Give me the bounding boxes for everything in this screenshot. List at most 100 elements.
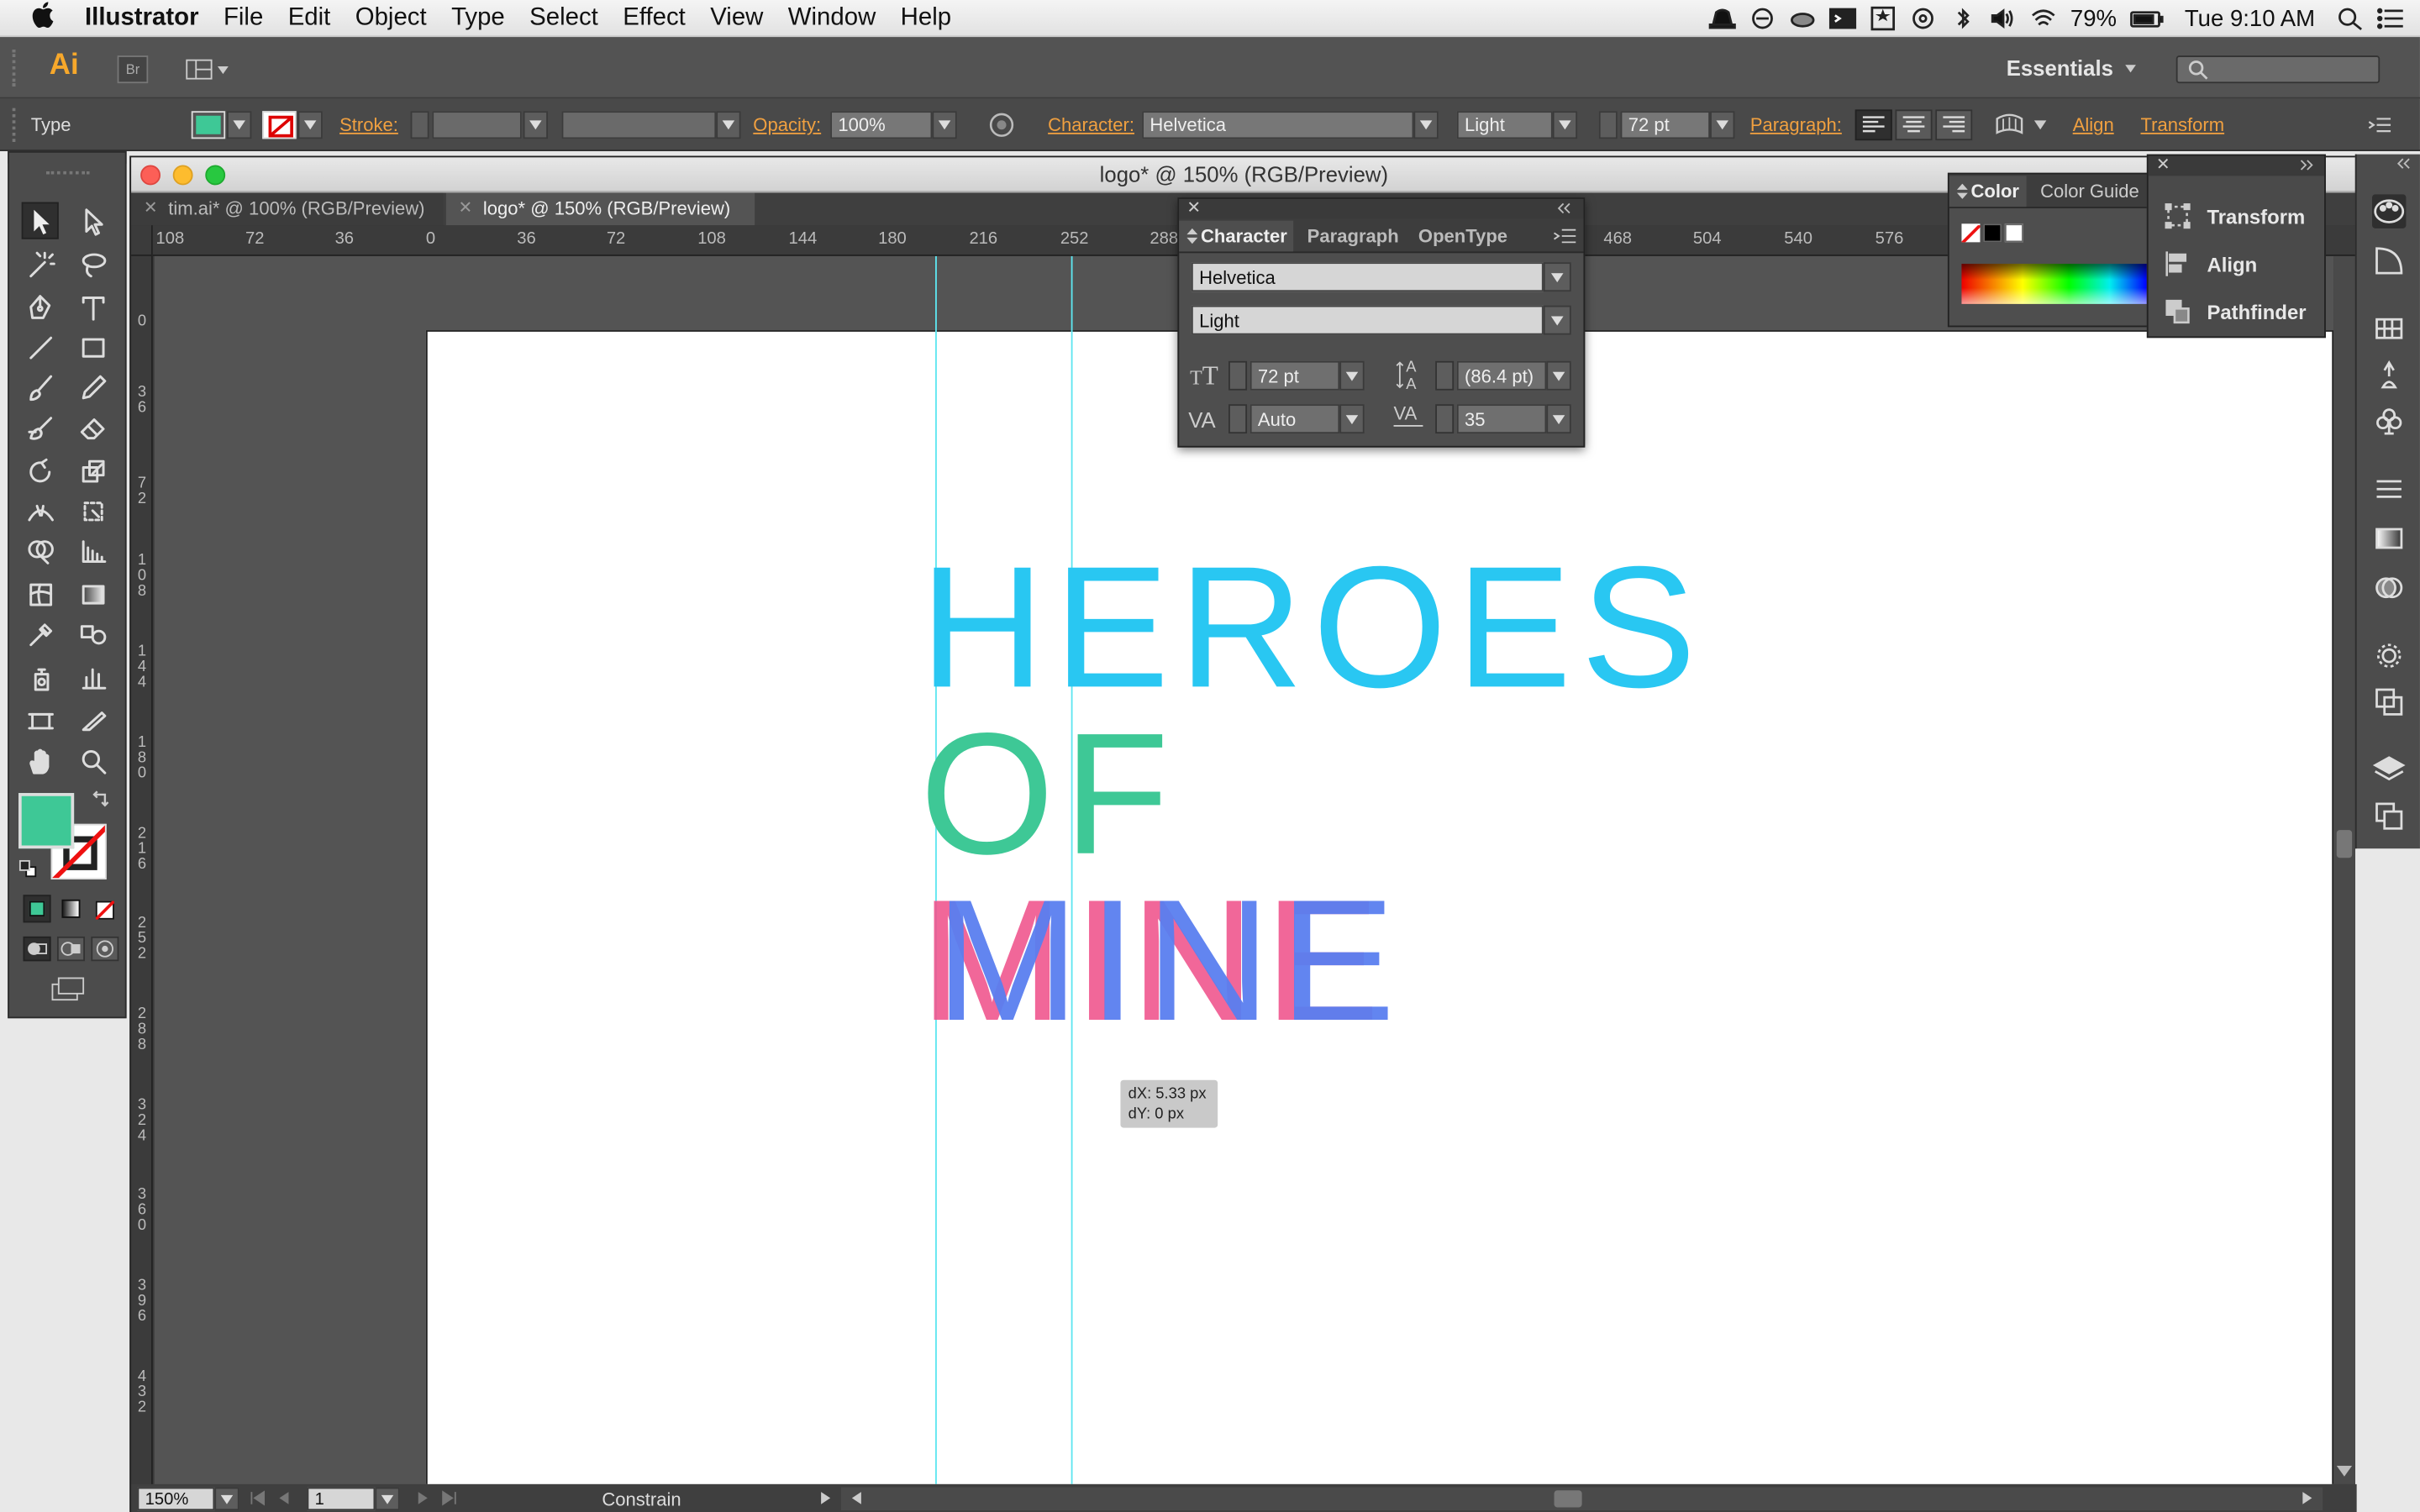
character-panel-link[interactable]: Character: (1048, 114, 1134, 136)
close-panel-icon[interactable]: ✕ (1186, 197, 1201, 218)
stroke-weight-stepper[interactable] (410, 111, 429, 139)
color-panel-button[interactable] (2372, 194, 2407, 228)
direct-selection-tool[interactable] (74, 202, 111, 239)
white-swatch[interactable] (2004, 223, 2023, 243)
menu-help[interactable]: Help (888, 4, 964, 32)
scroll-down-icon[interactable] (2336, 1465, 2353, 1478)
blend-tool[interactable] (74, 616, 111, 653)
bluetooth-icon[interactable] (1950, 6, 1978, 30)
color-mode-button[interactable] (23, 895, 51, 923)
previous-artboard-icon[interactable] (276, 1490, 292, 1505)
document-tab-active[interactable]: ✕ logo* @ 150% (RGB/Preview) (445, 192, 755, 226)
status-mode-text[interactable]: Constrain (602, 1488, 681, 1510)
menu-effect[interactable]: Effect (611, 4, 698, 32)
scroll-thumb[interactable] (2336, 830, 2353, 858)
fill-color-swatch[interactable] (191, 111, 226, 139)
tracking-field[interactable]: 35 (1456, 404, 1547, 434)
fill-dropdown-button[interactable] (226, 111, 252, 139)
wifi-icon[interactable] (2030, 6, 2058, 30)
zoom-dropdown[interactable] (214, 1487, 239, 1511)
menu-view[interactable]: View (698, 4, 776, 32)
fill-swatch[interactable] (18, 793, 75, 849)
hat-icon[interactable] (1709, 6, 1737, 30)
leading-field[interactable]: (86.4 pt) (1456, 360, 1547, 391)
lasso-tool[interactable] (74, 245, 111, 282)
tab-character[interactable]: Character (1179, 220, 1294, 252)
paragraph-panel-link[interactable]: Paragraph: (1750, 114, 1842, 136)
grip-handle[interactable] (12, 108, 18, 142)
zoom-field[interactable]: 150% (137, 1487, 215, 1511)
opacity-panel-link[interactable]: Opacity: (753, 114, 821, 136)
pathfinder-panel-button[interactable]: Pathfinder (2164, 291, 2307, 332)
column-graph-tool[interactable] (74, 659, 111, 696)
status-menu-arrow-icon[interactable] (819, 1490, 832, 1505)
shape-builder-tool[interactable] (22, 533, 59, 570)
rectangle-tool[interactable] (74, 328, 111, 365)
grip-handle[interactable] (46, 171, 90, 176)
notification-center-icon[interactable] (2376, 6, 2405, 30)
transparency-panel-button[interactable] (2372, 571, 2406, 605)
line-segment-tool[interactable] (22, 328, 59, 365)
close-window-button[interactable] (140, 165, 161, 186)
zoom-tool[interactable] (74, 742, 111, 779)
align-left-button[interactable] (1854, 109, 1892, 141)
kerning-dropdown[interactable] (1339, 404, 1365, 434)
menu-edit[interactable]: Edit (276, 4, 343, 32)
warp-text-icon[interactable] (1994, 111, 2025, 139)
align-center-button[interactable] (1895, 109, 1933, 141)
vertical-scrollbar[interactable] (2333, 255, 2355, 1484)
rotate-tool[interactable] (22, 452, 59, 489)
none-swatch[interactable] (1961, 223, 1981, 243)
font-family-dropdown[interactable] (1413, 111, 1439, 139)
paintbrush-tool[interactable] (22, 369, 59, 406)
collapse-panel-icon[interactable] (1555, 202, 1574, 215)
tracking-stepper[interactable] (1435, 404, 1455, 434)
perspective-grid-tool[interactable] (74, 533, 111, 570)
menu-app-name[interactable]: Illustrator (66, 4, 211, 32)
pen-tool[interactable] (22, 288, 59, 325)
mine-text-moved[interactable]: MINE (935, 874, 1404, 1047)
zoom-window-button[interactable] (205, 165, 226, 186)
bridge-button[interactable]: Br (117, 55, 149, 84)
hand-tool[interactable] (22, 742, 59, 779)
horizontal-scrollbar[interactable] (841, 1487, 2323, 1511)
panel-menu-icon[interactable] (1553, 227, 1577, 245)
artboard-number-field[interactable]: 1 (307, 1487, 376, 1511)
menu-file[interactable]: File (211, 4, 276, 32)
symbol-sprayer-tool[interactable] (22, 659, 59, 696)
volume-icon[interactable] (1990, 6, 2018, 30)
battery-icon[interactable] (2129, 6, 2163, 30)
font-size-stepper[interactable] (1598, 111, 1618, 139)
font-style-field[interactable]: Light (1456, 111, 1553, 139)
tab-paragraph[interactable]: Paragraph (1307, 221, 1399, 252)
symbols-panel-button[interactable] (2372, 404, 2406, 438)
align-right-button[interactable] (1935, 109, 1973, 141)
cloud-drive-icon[interactable] (1790, 6, 1818, 30)
clock[interactable]: Tue 9:10 AM (2185, 5, 2315, 31)
document-tab[interactable]: ✕ tim.ai* @ 100% (RGB/Preview) (131, 192, 444, 226)
stroke-panel-button[interactable] (2372, 472, 2406, 506)
width-tool[interactable] (22, 492, 59, 529)
leading-dropdown[interactable] (1546, 360, 1571, 391)
spotlight-search-icon[interactable] (2337, 6, 2365, 30)
heroes-text[interactable]: HEROES (920, 541, 1706, 715)
stroke-dropdown-button[interactable] (297, 111, 323, 139)
star-box-icon[interactable] (1870, 6, 1897, 31)
brush-definition-dropdown[interactable] (716, 111, 741, 139)
close-panel-icon[interactable]: ✕ (2156, 155, 2170, 175)
variable-width-profile-select[interactable] (561, 111, 717, 139)
kerning-stepper[interactable] (1228, 404, 1248, 434)
artboard-tool[interactable] (22, 702, 59, 739)
graphic-styles-panel-button[interactable] (2372, 685, 2406, 718)
menu-object[interactable]: Object (343, 4, 439, 32)
last-artboard-icon[interactable] (439, 1490, 458, 1506)
chevron-down-icon[interactable] (2033, 120, 2047, 130)
menu-window[interactable]: Window (776, 4, 888, 32)
font-size-dropdown[interactable] (1339, 360, 1365, 391)
font-size-field[interactable]: 72 pt (1620, 111, 1711, 139)
stroke-weight-dropdown[interactable] (523, 111, 549, 139)
transform-panel-button[interactable]: Transform (2164, 196, 2305, 236)
arrange-documents-button[interactable] (185, 55, 234, 83)
stroke-panel-link[interactable]: Stroke: (339, 114, 398, 136)
magic-wand-tool[interactable] (22, 245, 59, 282)
